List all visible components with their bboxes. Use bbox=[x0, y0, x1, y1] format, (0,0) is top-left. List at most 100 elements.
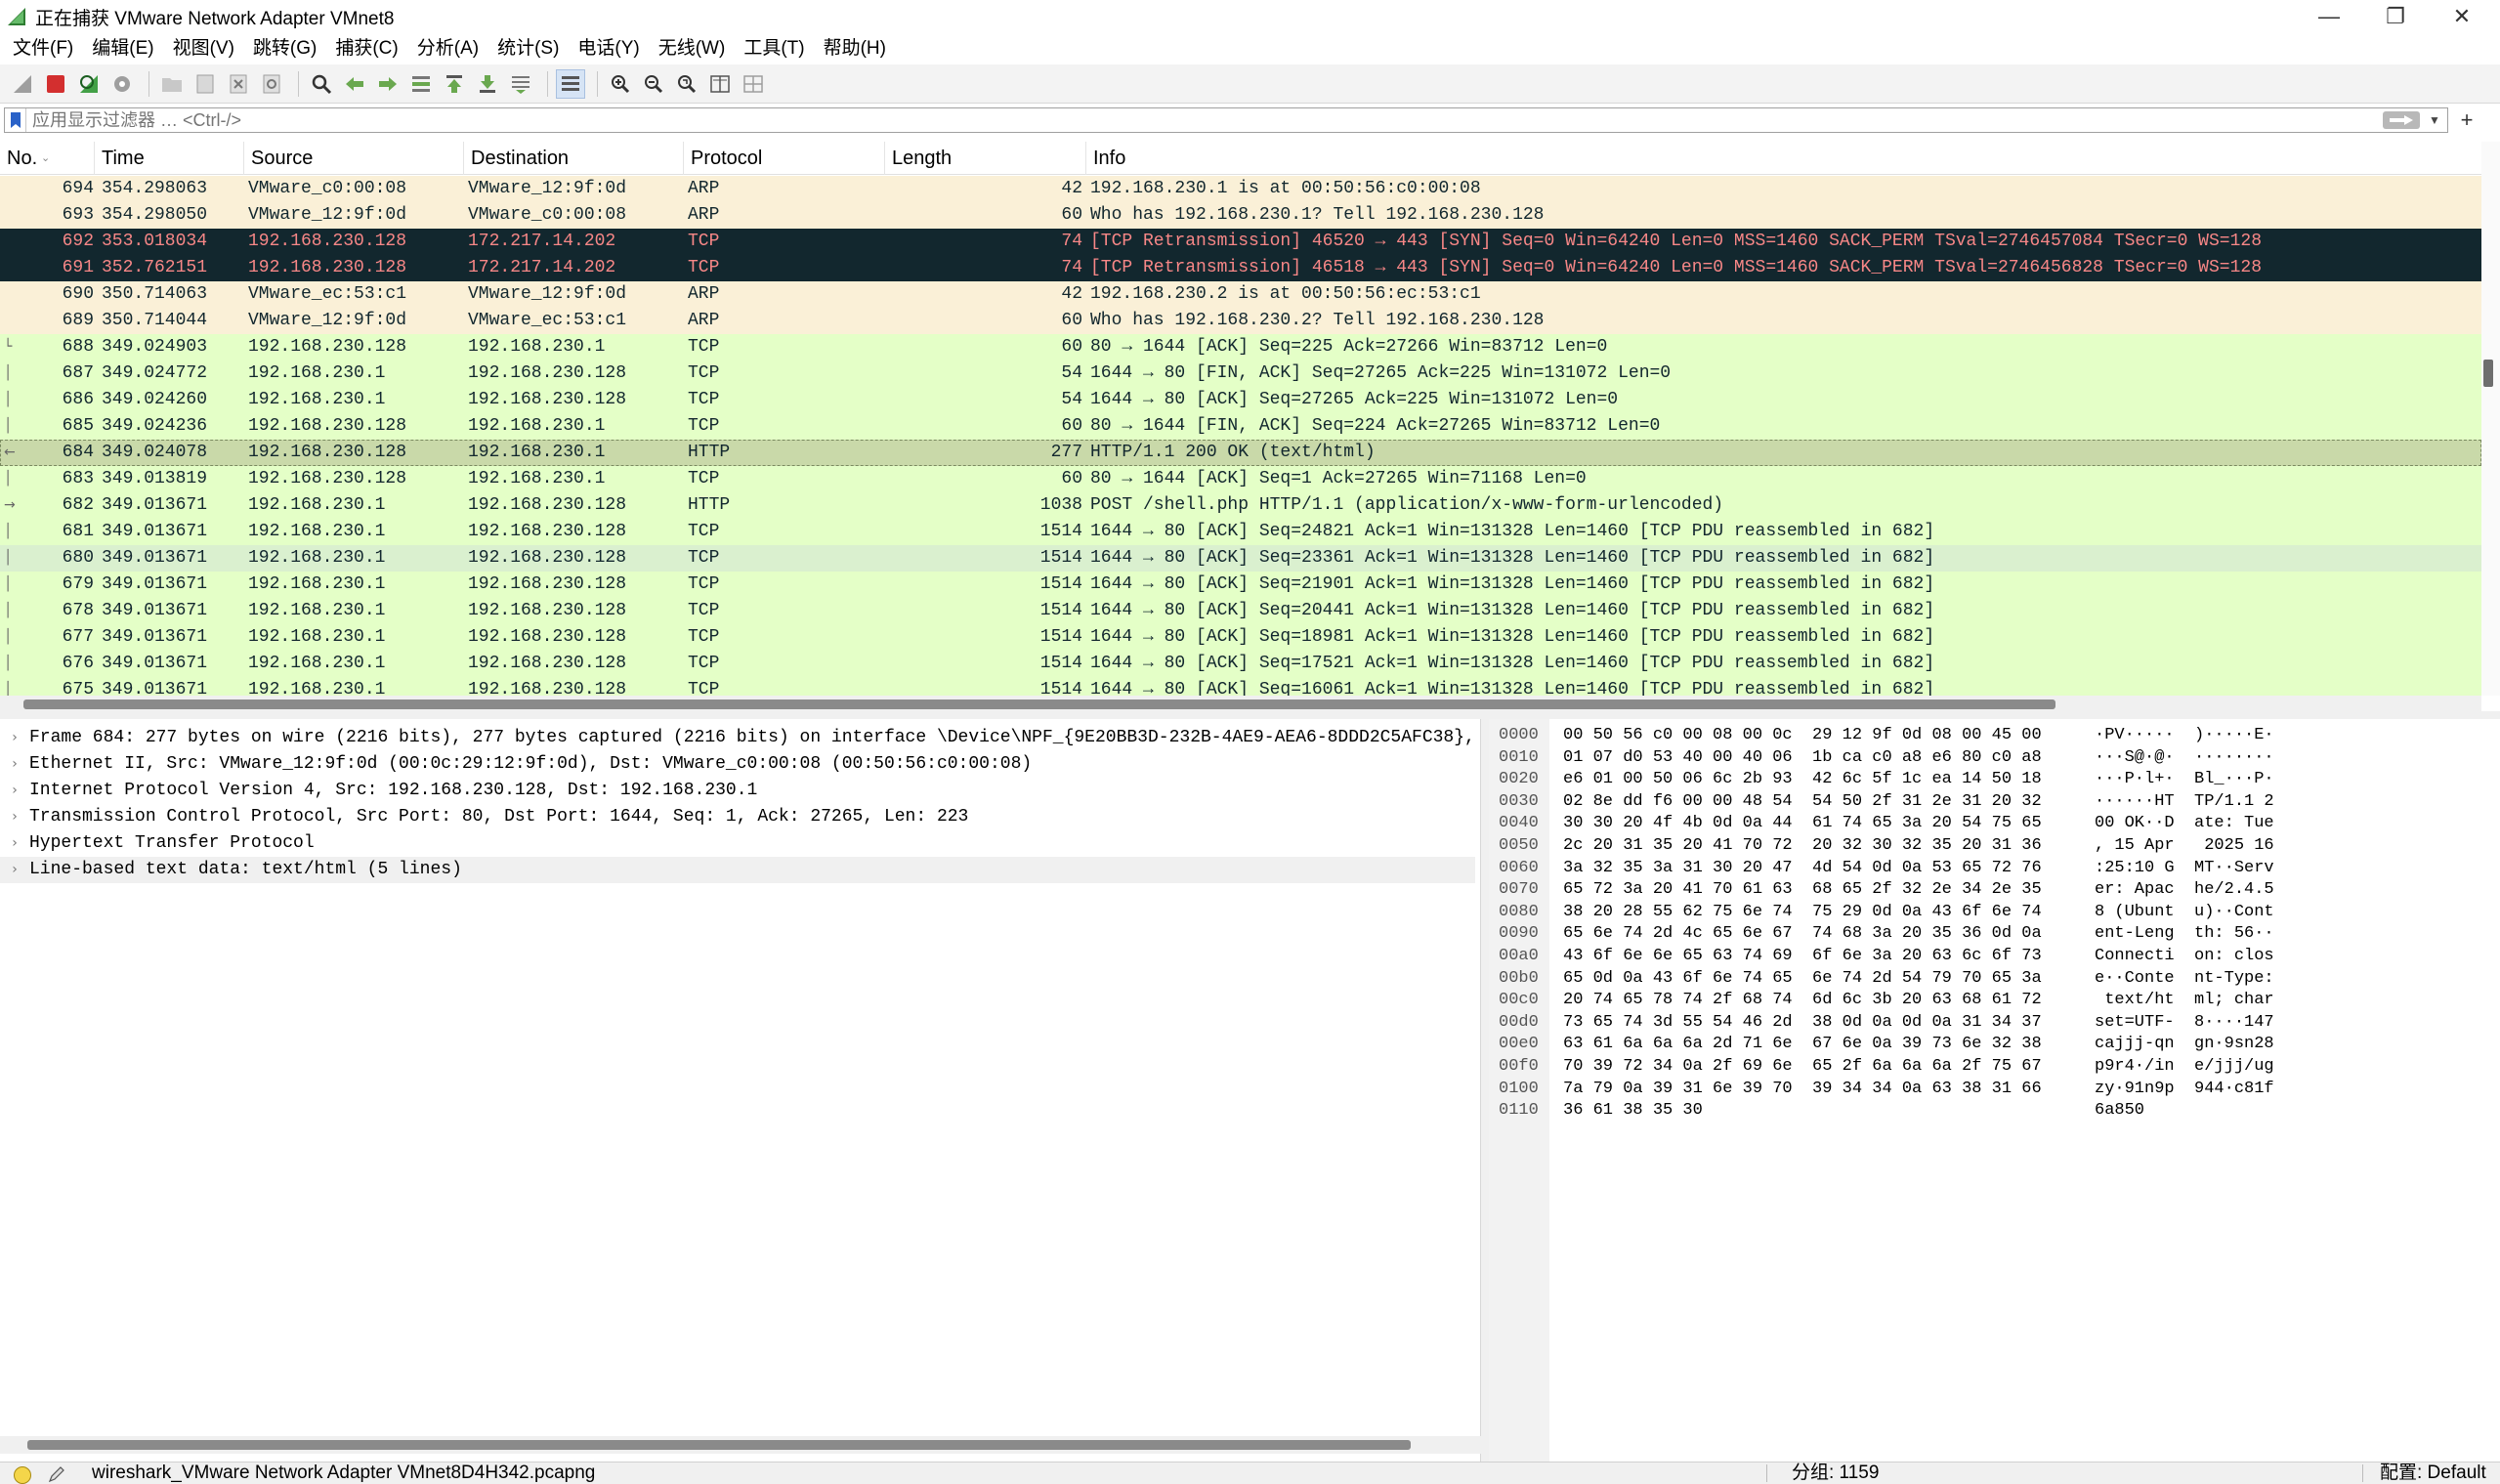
bytes-ascii[interactable]: e··Conte nt-Type: bbox=[2095, 968, 2274, 991]
bytes-ascii[interactable]: , 15 Apr 2025 16 bbox=[2095, 835, 2274, 858]
open-file-icon[interactable] bbox=[157, 69, 187, 99]
go-forward-icon[interactable] bbox=[373, 69, 403, 99]
column-header-destination[interactable]: Destination bbox=[464, 142, 684, 175]
close-button[interactable]: ✕ bbox=[2429, 0, 2495, 33]
packet-row[interactable]: │ 679 349.013671 192.168.230.1 192.168.230.1… bbox=[0, 572, 2481, 598]
capture-comment-icon[interactable] bbox=[47, 1464, 66, 1484]
resize-columns-icon[interactable] bbox=[705, 69, 735, 99]
packet-row[interactable]: 691 352.762151 192.168.230.128 172.217.14.2… bbox=[0, 255, 2481, 281]
zoom-in-icon[interactable] bbox=[606, 69, 635, 99]
packet-row[interactable]: │ 681 349.013671 192.168.230.1 192.168.230.1… bbox=[0, 519, 2481, 545]
bytes-ascii[interactable]: ···P·l+· Bl_···P· bbox=[2095, 769, 2274, 791]
bytes-ascii[interactable]: 8 (Ubunt u)··Cont bbox=[2095, 902, 2274, 924]
bytes-ascii[interactable]: 00 OK··D ate: Tue bbox=[2095, 813, 2274, 835]
expert-info-led-icon[interactable] bbox=[14, 1466, 31, 1484]
bytes-ascii[interactable]: p9r4·/in e/jjj/ug bbox=[2095, 1056, 2274, 1079]
bytes-hex[interactable]: 70 39 72 34 0a 2f 69 6e 65 2f 6a 6a 6a 2… bbox=[1563, 1056, 2042, 1079]
bytes-hex[interactable]: 36 61 38 35 30 bbox=[1563, 1100, 1703, 1123]
menu-edit[interactable]: 编辑(E) bbox=[85, 33, 165, 64]
packet-row[interactable]: │ 686 349.024260 192.168.230.1 192.168.230.1… bbox=[0, 387, 2481, 413]
packet-list-vertical-scrollbar[interactable] bbox=[2481, 142, 2500, 696]
bytes-hex[interactable]: 65 6e 74 2d 4c 65 6e 67 74 68 3a 20 35 3… bbox=[1563, 923, 2042, 946]
expand-chevron-icon[interactable]: › bbox=[0, 830, 29, 857]
bytes-hex[interactable]: 65 0d 0a 43 6f 6e 74 65 6e 74 2d 54 79 7… bbox=[1563, 968, 2042, 991]
packet-row[interactable]: 690 350.714063 VMware_ec:53:c1 VMware_12:9f… bbox=[0, 281, 2481, 308]
detail-row-tcp[interactable]: › Transmission Control Protocol, Src Port… bbox=[0, 804, 968, 830]
capture-options-icon[interactable] bbox=[107, 69, 137, 99]
bytes-hex[interactable]: e6 01 00 50 06 6c 2b 93 42 6c 5f 1c ea 1… bbox=[1563, 769, 2042, 791]
go-back-icon[interactable] bbox=[340, 69, 369, 99]
packet-row[interactable]: ← 684 349.024078 192.168.230.128 192.168.230… bbox=[0, 440, 2481, 466]
bytes-hex[interactable]: 38 20 28 55 62 75 6e 74 75 29 0d 0a 43 6… bbox=[1563, 902, 2042, 924]
menu-capture[interactable]: 捕获(C) bbox=[328, 33, 409, 64]
packet-row[interactable]: → 682 349.013671 192.168.230.1 192.168.230.1… bbox=[0, 492, 2481, 519]
bytes-hex[interactable]: 20 74 65 78 74 2f 68 74 6d 6c 3b 20 63 6… bbox=[1563, 990, 2042, 1012]
go-last-icon[interactable] bbox=[473, 69, 502, 99]
auto-scroll-icon[interactable] bbox=[506, 69, 535, 99]
layout-panes-icon[interactable] bbox=[739, 69, 768, 99]
packet-row[interactable]: │ 685 349.024236 192.168.230.128 192.168.230… bbox=[0, 413, 2481, 440]
bytes-hex[interactable]: 65 72 3a 20 41 70 61 63 68 65 2f 32 2e 3… bbox=[1563, 879, 2042, 902]
expand-chevron-icon[interactable]: › bbox=[0, 857, 29, 883]
detail-row-ipv4[interactable]: › Internet Protocol Version 4, Src: 192.1… bbox=[0, 778, 757, 804]
bytes-hex[interactable]: 3a 32 35 3a 31 30 20 47 4d 54 0d 0a 53 6… bbox=[1563, 858, 2042, 880]
bytes-hex[interactable]: 7a 79 0a 39 31 6e 39 70 39 34 34 0a 63 3… bbox=[1563, 1079, 2042, 1101]
bytes-ascii[interactable]: ent-Leng th: 56·· bbox=[2095, 923, 2274, 946]
column-header-length[interactable]: Length bbox=[885, 142, 1086, 175]
detail-row-http[interactable]: › Hypertext Transfer Protocol bbox=[0, 830, 314, 857]
bytes-ascii[interactable]: cajjj-qn gn·9sn28 bbox=[2095, 1034, 2274, 1056]
reload-file-icon[interactable] bbox=[257, 69, 286, 99]
packet-row[interactable]: 689 350.714044 VMware_12:9f:0d VMware_ec:53… bbox=[0, 308, 2481, 334]
bytes-hex[interactable]: 73 65 74 3d 55 54 46 2d 38 0d 0a 0d 0a 3… bbox=[1563, 1012, 2042, 1035]
bytes-ascii[interactable]: er: Apac he/2.4.5 bbox=[2095, 879, 2274, 902]
packet-row[interactable]: │ 676 349.013671 192.168.230.1 192.168.230.1… bbox=[0, 651, 2481, 677]
column-header-time[interactable]: Time bbox=[95, 142, 244, 175]
bytes-ascii[interactable]: ·PV····· )·····E· bbox=[2095, 725, 2274, 747]
go-first-icon[interactable] bbox=[440, 69, 469, 99]
minimize-button[interactable]: — bbox=[2296, 0, 2362, 33]
filter-bookmark-icon[interactable] bbox=[5, 108, 26, 132]
zoom-normal-icon[interactable] bbox=[672, 69, 701, 99]
bytes-hex[interactable]: 02 8e dd f6 00 00 48 54 54 50 2f 31 2e 3… bbox=[1563, 791, 2042, 814]
bytes-hex[interactable]: 00 50 56 c0 00 08 00 0c 29 12 9f 0d 08 0… bbox=[1563, 725, 2042, 747]
column-header-info[interactable]: Info bbox=[1086, 142, 2481, 175]
save-file-icon[interactable] bbox=[191, 69, 220, 99]
bytes-ascii[interactable]: 6a850 bbox=[2095, 1100, 2144, 1123]
expand-chevron-icon[interactable]: › bbox=[0, 725, 29, 751]
colorize-icon[interactable] bbox=[556, 68, 585, 99]
expand-chevron-icon[interactable]: › bbox=[0, 778, 29, 804]
menu-statistics[interactable]: 统计(S) bbox=[490, 33, 571, 64]
detail-row-frame[interactable]: › Frame 684: 277 bytes on wire (2216 bits… bbox=[0, 725, 1475, 751]
menu-view[interactable]: 视图(V) bbox=[166, 33, 246, 64]
packet-row[interactable]: │ 678 349.013671 192.168.230.1 192.168.230.1… bbox=[0, 598, 2481, 624]
menu-tools[interactable]: 工具(T) bbox=[737, 33, 816, 64]
detail-row-text-data[interactable]: › Line-based text data: text/html (5 line… bbox=[0, 857, 1475, 883]
bytes-ascii[interactable]: ···S@·@· ········ bbox=[2095, 747, 2274, 770]
bytes-ascii[interactable]: ······HT TP/1.1 2 bbox=[2095, 791, 2274, 814]
bytes-hex[interactable]: 2c 20 31 35 20 41 70 72 20 32 30 32 35 2… bbox=[1563, 835, 2042, 858]
bytes-hex[interactable]: 30 30 20 4f 4b 0d 0a 44 61 74 65 3a 20 5… bbox=[1563, 813, 2042, 835]
menu-analyze[interactable]: 分析(A) bbox=[410, 33, 490, 64]
packet-row[interactable]: 693 354.298050 VMware_12:9f:0d VMware_c0:00… bbox=[0, 202, 2481, 229]
start-capture-icon[interactable] bbox=[8, 69, 37, 99]
go-to-packet-icon[interactable] bbox=[406, 69, 436, 99]
expand-chevron-icon[interactable]: › bbox=[0, 751, 29, 778]
packet-list-vertical-scroll-thumb[interactable] bbox=[2483, 360, 2493, 387]
details-horizontal-scroll-thumb[interactable] bbox=[27, 1440, 1411, 1450]
packet-row[interactable]: │ 687 349.024772 192.168.230.1 192.168.230.1… bbox=[0, 360, 2481, 387]
column-header-no[interactable]: No. ⌄ bbox=[0, 142, 95, 175]
packet-row[interactable]: 692 353.018034 192.168.230.128 172.217.14.2… bbox=[0, 229, 2481, 255]
filter-history-dropdown-icon[interactable]: ▼ bbox=[2424, 110, 2445, 130]
close-file-icon[interactable] bbox=[224, 69, 253, 99]
packet-row[interactable]: └ 688 349.024903 192.168.230.128 192.168.230… bbox=[0, 334, 2481, 360]
menu-wireless[interactable]: 无线(W) bbox=[652, 33, 738, 64]
status-profile[interactable]: 配置: Default bbox=[2380, 1463, 2486, 1484]
bytes-ascii[interactable]: :25:10 G MT··Serv bbox=[2095, 858, 2274, 880]
packet-row[interactable]: │ 680 349.013671 192.168.230.1 192.168.230.1… bbox=[0, 545, 2481, 572]
bytes-hex[interactable]: 43 6f 6e 6e 65 63 74 69 6f 6e 3a 20 63 6… bbox=[1563, 946, 2042, 968]
menu-file[interactable]: 文件(F) bbox=[6, 33, 85, 64]
zoom-out-icon[interactable] bbox=[639, 69, 668, 99]
find-packet-icon[interactable] bbox=[307, 69, 336, 99]
add-filter-button[interactable]: + bbox=[2454, 107, 2479, 133]
expand-chevron-icon[interactable]: › bbox=[0, 804, 29, 830]
